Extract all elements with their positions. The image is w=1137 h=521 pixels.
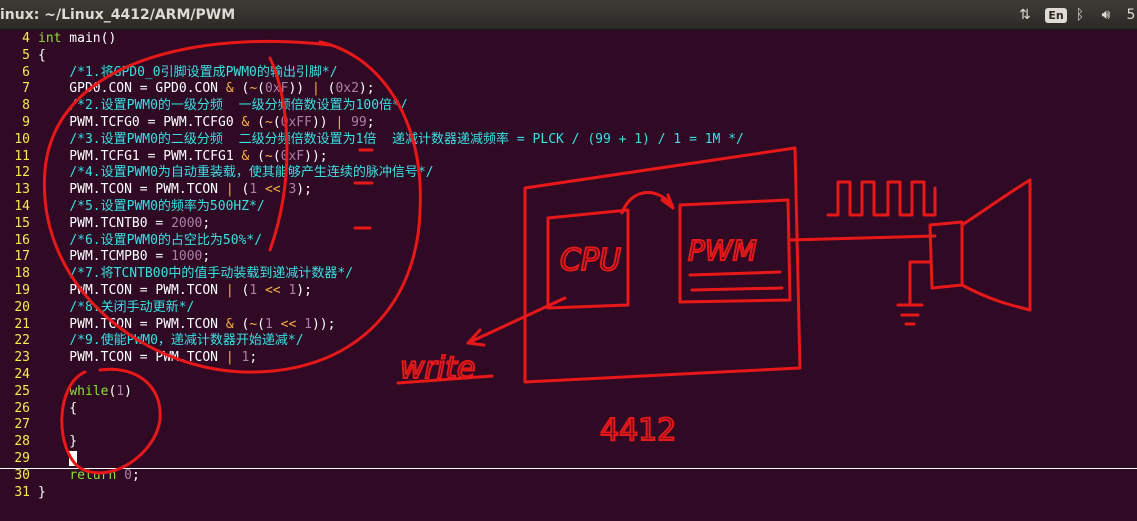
code-text: PWM.TCON = PWM.TCON | 1;: [38, 350, 258, 366]
code-text: }: [38, 484, 46, 500]
code-line[interactable]: 31}: [0, 485, 1137, 502]
code-text: {: [38, 47, 46, 63]
code-line[interactable]: 10 /*3.设置PWM0的二级分频 二级分频倍数设置为1倍 递减计数器递减频率…: [0, 132, 1137, 149]
line-number: 20: [14, 299, 30, 315]
code-text: PWM.TCFG1 = PWM.TCFG1 & (~(0xF));: [38, 148, 328, 164]
line-number: 24: [14, 367, 30, 382]
code-line[interactable]: 6 /*1.将GPD0_0引脚设置成PWM0的输出引脚*/: [0, 65, 1137, 82]
line-number: 11: [14, 148, 30, 164]
code-line[interactable]: 24: [0, 367, 1137, 384]
volume-icon[interactable]: 🔊︎: [1094, 5, 1118, 25]
line-number: 25: [14, 383, 30, 399]
clock-partial: 5: [1126, 7, 1136, 23]
code-line[interactable]: 25 while(1): [0, 384, 1137, 401]
line-number: 13: [14, 182, 30, 198]
line-number: 15: [14, 215, 30, 231]
window-title: inux: ~/Linux_4412/ARM/PWM: [0, 7, 236, 23]
line-number: 9: [22, 115, 30, 130]
code-line[interactable]: 19 PWM.TCON = PWM.TCON | (1 << 1);: [0, 283, 1137, 300]
code-text: [38, 451, 78, 468]
line-number: 14: [14, 199, 30, 214]
code-line[interactable]: 13 PWM.TCON = PWM.TCON | (1 << 3);: [0, 182, 1137, 199]
line-number: 18: [14, 266, 30, 282]
code-line[interactable]: 20 /*8.关闭手动更新*/: [0, 300, 1137, 317]
code-line[interactable]: 27: [0, 417, 1137, 434]
code-line[interactable]: 15 PWM.TCNTB0 = 2000;: [0, 216, 1137, 233]
code-text: /*5.设置PWM0的频率为500HZ*/: [69, 199, 265, 214]
line-number: 10: [14, 131, 30, 147]
text-cursor: [69, 451, 78, 466]
code-line[interactable]: 28 }: [0, 434, 1137, 451]
line-number: 5: [22, 47, 30, 63]
bluetooth-icon[interactable]: ᛒ: [1072, 5, 1088, 25]
code-line[interactable]: 14 /*5.设置PWM0的频率为500HZ*/: [0, 199, 1137, 216]
code-text: /*6.设置PWM0的占空比为50%*/: [69, 232, 263, 248]
code-line[interactable]: 21 PWM.TCON = PWM.TCON & (~(1 << 1));: [0, 317, 1137, 334]
window-title-bar: inux: ~/Linux_4412/ARM/PWM ⇅ En ᛒ 🔊︎ 5: [0, 0, 1137, 30]
code-text: /*9.使能PWM0，递减计数器开始递减*/: [69, 333, 304, 349]
terminal-editor[interactable]: 4 int main() 5{6 /*1.将GPD0_0引脚设置成PWM0的输出引脚…: [0, 30, 1137, 521]
code-line[interactable]: 9 PWM.TCFG0 = PWM.TCFG0 & (~(0xFF)) | 99…: [0, 115, 1137, 132]
code-line[interactable]: 7 GPD0.CON = GPD0.CON & (~(0xF)) | (0x2)…: [0, 81, 1137, 98]
code-line[interactable]: 12 /*4.设置PWM0为自动重装载，使其能够产生连续的脉冲信号*/: [0, 165, 1137, 182]
code-line[interactable]: 5{: [0, 48, 1137, 65]
code-line[interactable]: 4 int main(): [0, 31, 1137, 48]
code-text: while(1): [69, 383, 132, 399]
code-line[interactable]: 22 /*9.使能PWM0，递减计数器开始递减*/: [0, 333, 1137, 350]
code-text: {: [38, 400, 78, 416]
line-number: 28: [14, 434, 30, 450]
code-text: PWM.TCFG0 = PWM.TCFG0 & (~(0xFF)) | 99;: [38, 115, 375, 130]
keyboard-language-indicator[interactable]: En: [1044, 5, 1068, 25]
line-number: 30: [14, 467, 30, 483]
line-number: 6: [22, 64, 30, 80]
code-text: return 0;: [69, 467, 140, 483]
code-text: /*7.将TCNTB00中的值手动装载到递减计数器*/: [69, 266, 354, 282]
code-line[interactable]: 26 {: [0, 401, 1137, 418]
code-text: /*3.设置PWM0的二级分频 二级分频倍数设置为1倍 递减计数器递减频率 = …: [69, 131, 744, 147]
code-line[interactable]: 30 return 0;: [0, 468, 1137, 485]
line-number: 4: [22, 31, 30, 46]
line-number: 21: [14, 316, 30, 332]
code-line[interactable]: 11 PWM.TCFG1 = PWM.TCFG1 & (~(0xF));: [0, 149, 1137, 166]
line-number: 26: [14, 400, 30, 416]
code-text: PWM.TCNTB0 = 2000;: [38, 215, 211, 231]
code-line[interactable]: 29: [0, 451, 1137, 469]
line-number: 31: [14, 484, 30, 500]
code-text: PWM.TCON = PWM.TCON & (~(1 << 1));: [38, 316, 336, 332]
code-text: int main(): [38, 31, 117, 46]
code-line[interactable]: 23 PWM.TCON = PWM.TCON | 1;: [0, 350, 1137, 367]
code-text: PWM.TCON = PWM.TCON | (1 << 1);: [38, 283, 312, 298]
line-number: 8: [22, 98, 30, 114]
code-text: /*8.关闭手动更新*/: [69, 299, 195, 315]
line-number: 22: [14, 333, 30, 349]
line-number: 7: [22, 81, 30, 97]
code-text: }: [38, 434, 78, 450]
code-text: PWM.TCMPB0 = 1000;: [38, 249, 211, 265]
code-text: /*4.设置PWM0为自动重装载，使其能够产生连续的脉冲信号*/: [69, 165, 434, 181]
code-text: /*1.将GPD0_0引脚设置成PWM0的输出引脚*/: [69, 64, 338, 80]
code-line[interactable]: 18 /*7.将TCNTB00中的值手动装载到递减计数器*/: [0, 266, 1137, 283]
code-text: PWM.TCON = PWM.TCON | (1 << 3);: [38, 182, 312, 198]
line-number: 17: [14, 249, 30, 265]
network-arrows-icon[interactable]: ⇅: [1016, 5, 1034, 25]
line-number: 12: [14, 165, 30, 181]
code-line[interactable]: 17 PWM.TCMPB0 = 1000;: [0, 249, 1137, 266]
code-line[interactable]: 16 /*6.设置PWM0的占空比为50%*/: [0, 233, 1137, 250]
line-number: 19: [14, 283, 30, 298]
line-number: 23: [14, 350, 30, 366]
line-number: 16: [14, 232, 30, 248]
code-line[interactable]: 8 /*2.设置PWM0的一级分频 一级分频倍数设置为100倍*/: [0, 98, 1137, 115]
code-text: /*2.设置PWM0的一级分频 一级分频倍数设置为100倍*/: [69, 98, 408, 114]
line-number: 27: [14, 417, 30, 433]
line-number: 29: [14, 451, 30, 466]
code-text: GPD0.CON = GPD0.CON & (~(0xF)) | (0x2);: [38, 81, 375, 97]
